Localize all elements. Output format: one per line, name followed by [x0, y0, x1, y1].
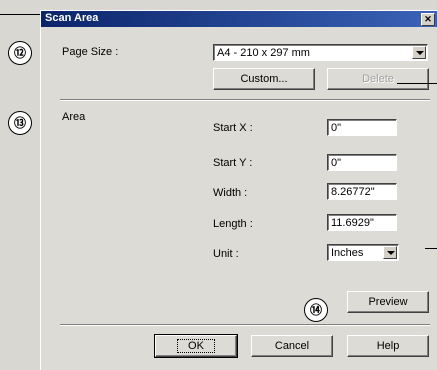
- separator-1: [60, 99, 430, 101]
- start-y-field[interactable]: 0": [327, 154, 397, 171]
- separator-2: [60, 324, 430, 326]
- cancel-button[interactable]: Cancel: [251, 335, 333, 357]
- callout-leader-delete: [397, 83, 437, 84]
- ok-button[interactable]: OK: [154, 334, 238, 358]
- unit-value: Inches: [331, 247, 364, 259]
- custom-button[interactable]: Custom...: [213, 68, 315, 90]
- length-label: Length :: [213, 218, 253, 230]
- start-y-label: Start Y :: [213, 157, 253, 169]
- area-label: Area: [62, 111, 86, 123]
- scan-area-dialog: Scan Area ✕ Page Size : A4 - 210 x 297 m…: [40, 10, 437, 370]
- close-icon: ✕: [424, 14, 432, 24]
- width-label: Width :: [213, 187, 248, 199]
- close-button[interactable]: ✕: [421, 13, 435, 26]
- dialog-title: Scan Area: [45, 12, 99, 24]
- width-field[interactable]: 8.26772": [327, 183, 397, 200]
- preview-button[interactable]: Preview: [347, 291, 429, 313]
- callout-leader-top: [0, 14, 40, 15]
- callout-12: ⑫: [8, 41, 32, 65]
- delete-button[interactable]: Delete: [327, 68, 429, 90]
- chevron-down-icon[interactable]: [383, 246, 397, 259]
- page-size-dropdown[interactable]: A4 - 210 x 297 mm: [213, 44, 428, 61]
- callout-14: ⑭: [304, 298, 328, 322]
- length-field[interactable]: 11.6929": [327, 214, 397, 231]
- unit-label: Unit :: [213, 248, 239, 260]
- page-size-label: Page Size :: [62, 46, 119, 58]
- chevron-down-icon[interactable]: [412, 46, 426, 59]
- start-x-field[interactable]: 0": [327, 119, 397, 136]
- start-x-label: Start X :: [213, 122, 253, 134]
- help-button[interactable]: Help: [347, 335, 429, 357]
- title-bar: Scan Area ✕: [41, 11, 437, 27]
- unit-dropdown[interactable]: Inches: [327, 244, 399, 261]
- callout-13: ⑬: [8, 111, 32, 135]
- callout-leader-unit: [425, 248, 437, 249]
- page-size-value: A4 - 210 x 297 mm: [217, 47, 310, 59]
